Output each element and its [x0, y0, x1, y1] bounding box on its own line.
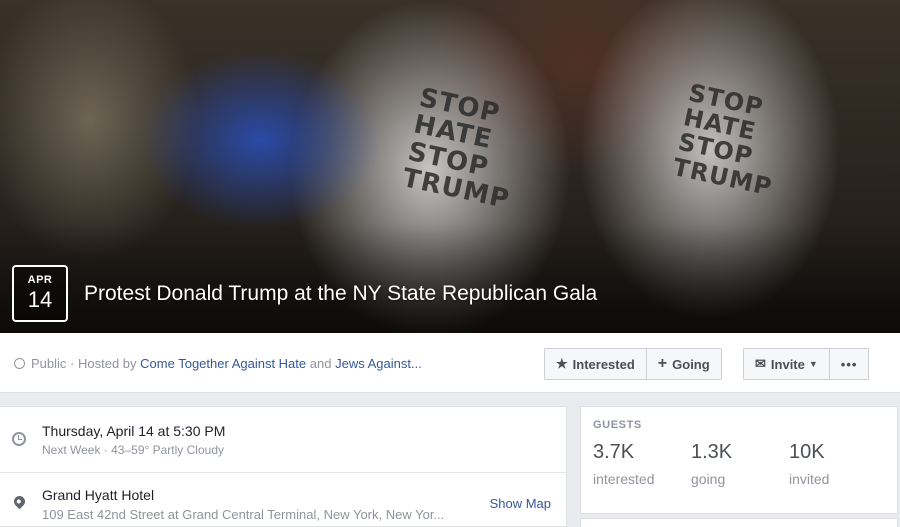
star-icon: ★ [556, 356, 568, 371]
privacy-label: Public [31, 356, 67, 371]
invite-button[interactable]: ✉ Invite ▼ [744, 349, 829, 379]
interested-stat[interactable]: 3.7K interested [593, 441, 654, 487]
event-venue: Grand Hyatt Hotel [42, 487, 155, 503]
going-label: going [691, 471, 726, 487]
interested-button[interactable]: ★ Interested [545, 349, 646, 379]
event-date-badge: APR 14 [12, 265, 68, 322]
event-action-bar: Public · Hosted by Come Together Against… [0, 333, 900, 393]
invite-button-label: Invite [770, 356, 805, 372]
secondary-card [580, 518, 898, 527]
going-count: 1.3K [691, 441, 733, 463]
event-title: Protest Donald Trump at the NY State Rep… [84, 282, 598, 305]
event-weather: Next Week · 43–59° Partly Cloudy [42, 443, 224, 457]
host-link-1[interactable]: Come Together Against Hate [140, 356, 306, 371]
host-link-2[interactable]: Jews Against... [335, 356, 422, 371]
event-host-line: Public · Hosted by Come Together Against… [14, 356, 422, 371]
host-and: and [309, 356, 332, 371]
invited-label: invited [789, 471, 830, 487]
cover-shirt-graphic-1: STOP HATE STOP TRUMP [399, 82, 513, 215]
guests-heading: GUESTS [593, 419, 642, 431]
chevron-down-icon: ▼ [808, 359, 818, 369]
event-details-card: Thursday, April 14 at 5:30 PM Next Week … [0, 406, 567, 527]
globe-icon [14, 358, 25, 369]
event-cover-photo[interactable]: STOP HATE STOP TRUMP STOP HATE STOP TRUMP APR … [0, 0, 900, 333]
going-button-label: Going [672, 356, 710, 372]
interested-button-label: Interested [572, 356, 635, 372]
clock-icon [12, 432, 26, 446]
guests-card: GUESTS 3.7K interested 1.3K going 10K in… [580, 406, 898, 514]
plus-icon: + [657, 355, 668, 372]
event-address: 109 East 42nd Street at Grand Central Te… [42, 507, 445, 522]
event-month: APR [27, 274, 53, 286]
event-day: 14 [27, 287, 53, 312]
interested-label: interested [593, 471, 655, 487]
cover-gradient [0, 223, 900, 333]
going-stat[interactable]: 1.3K going [691, 441, 732, 487]
more-icon: ••• [840, 356, 858, 372]
more-options-button[interactable]: ••• [828, 349, 869, 379]
event-location-row[interactable]: Grand Hyatt Hotel 109 East 42nd Street a… [0, 473, 566, 527]
invite-button-group: ✉ Invite ▼ ••• [743, 348, 870, 380]
interested-count: 3.7K [593, 441, 635, 463]
hosted-by-prefix: · Hosted by [70, 356, 137, 371]
going-button[interactable]: + Going [645, 349, 721, 379]
rsvp-button-group: ★ Interested + Going [544, 348, 722, 380]
cover-shirt-graphic-2: STOP HATE STOP TRUMP [670, 78, 775, 201]
invited-stat[interactable]: 10K invited [789, 441, 829, 487]
envelope-icon: ✉ [755, 356, 766, 371]
event-time: Thursday, April 14 at 5:30 PM [42, 423, 226, 439]
event-time-row[interactable]: Thursday, April 14 at 5:30 PM Next Week … [0, 407, 566, 472]
invited-count: 10K [789, 441, 825, 463]
map-pin-icon [11, 493, 28, 510]
show-map-link[interactable]: Show Map [490, 496, 551, 511]
